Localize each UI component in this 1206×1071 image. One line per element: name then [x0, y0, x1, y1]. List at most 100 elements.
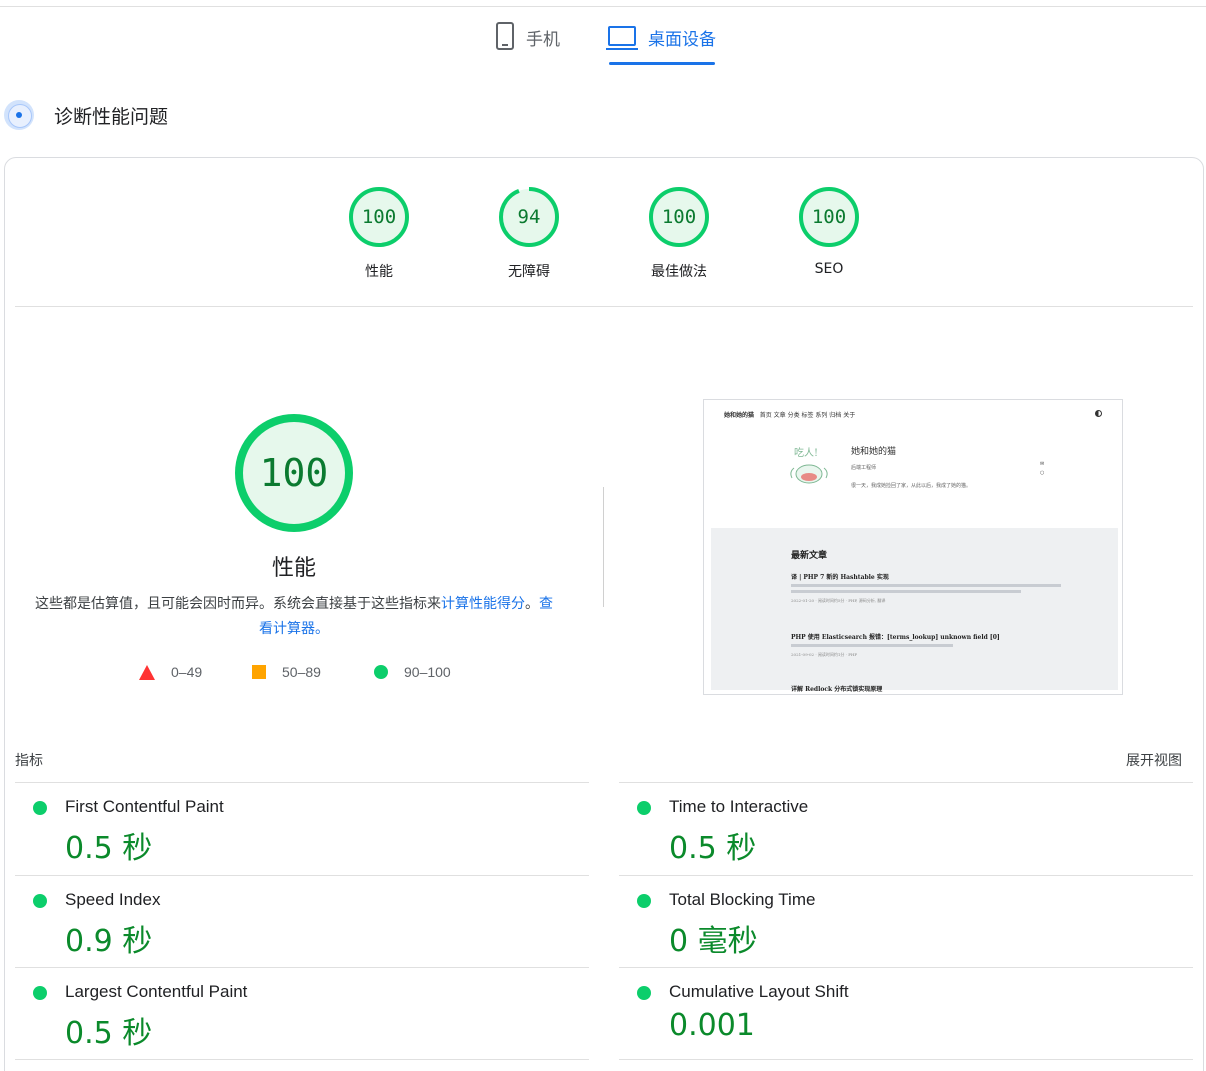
gauge-score: 100: [811, 206, 847, 228]
gauge-accessibility[interactable]: 94 无障碍: [469, 186, 589, 281]
metric-fcp: First Contentful Paint 0.5 秒: [15, 783, 575, 875]
gauge-score: 100: [361, 206, 397, 228]
legend-range: 90–100: [404, 664, 451, 680]
thumb-post-meta: 2022-01-20 · 阅读时间约5分 · PHP, 源码分析, 翻译: [791, 598, 886, 603]
pass-circle-icon: [637, 894, 651, 908]
diagnose-heading: 诊断性能问题: [4, 100, 168, 130]
metric-tti: Time to Interactive 0.5 秒: [619, 783, 1179, 875]
metrics-divider: [619, 1059, 1193, 1060]
theme-toggle-icon: [1095, 410, 1102, 417]
thumb-profile-name: 她和她的猫: [851, 447, 897, 457]
calc-score-link[interactable]: 计算性能得分: [441, 596, 525, 612]
thumb-post: PHP 使用 Elasticsearch 报错：[terms_lookup] u…: [791, 632, 1061, 658]
device-tabs: 手机 桌面设备: [0, 18, 1206, 68]
legend-range: 0–49: [171, 664, 203, 680]
metric-name: Cumulative Layout Shift: [669, 982, 849, 1001]
gauge-ring: 100: [798, 186, 860, 248]
top-divider: [0, 6, 1206, 7]
gauge-best-practices[interactable]: 100 最佳做法: [619, 186, 739, 281]
tab-desktop[interactable]: 桌面设备: [606, 18, 716, 66]
triangle-icon: [139, 664, 155, 680]
gauges-divider: [15, 306, 1193, 307]
performance-note-text: 这些都是估算值，且可能会因时而异。系统会直接基于这些指标来: [35, 596, 441, 612]
thumb-posts-heading: 最新文章: [791, 551, 828, 561]
thumb-profile-desc: 很一天，我成她捡回了家，从此以后，我成了她的猫。: [851, 483, 972, 489]
performance-note: 这些都是估算值，且可能会因时而异。系统会直接基于这些指标来计算性能得分。查看计算…: [30, 592, 558, 642]
circle-icon: [374, 665, 388, 679]
gauge-seo[interactable]: 100 SEO: [769, 186, 889, 277]
thumb-post: 译 | PHP 7 新的 Hashtable 实现 2022-01-20 · 阅…: [791, 572, 1061, 604]
thumb-site-name: 她和她的猫: [724, 412, 755, 419]
metric-name: First Contentful Paint: [65, 797, 224, 816]
github-icon: ○: [1040, 470, 1045, 476]
gauge-ring: 100: [648, 186, 710, 248]
diagnose-title: 诊断性能问题: [54, 105, 169, 128]
page-screenshot-thumbnail[interactable]: 她和她的猫 首页 文章 分类 标签 系列 归档 关于 吃人! 她和她的猫 后端工…: [703, 399, 1123, 695]
pass-circle-icon: [637, 801, 651, 815]
cat-mascot-icon: 吃人!: [790, 446, 828, 484]
metric-name: Total Blocking Time: [669, 890, 816, 909]
legend-average: 50–89: [252, 664, 321, 680]
metric-value: 0.5 秒: [669, 831, 757, 866]
pass-circle-icon: [33, 986, 47, 1000]
metric-value: 0.5 秒: [65, 831, 153, 866]
legend-range: 50–89: [282, 664, 321, 680]
gauge-label: SEO: [814, 261, 844, 277]
gauge-ring: 100: [348, 186, 410, 248]
tab-mobile[interactable]: 手机: [496, 18, 560, 66]
gauge-icon: [4, 100, 34, 130]
performance-score: 100: [259, 451, 329, 495]
metric-name: Time to Interactive: [669, 797, 809, 816]
thumb-post-title: 译 | PHP 7 新的 Hashtable 实现: [791, 574, 889, 581]
thumb-post-excerpt-line: [791, 584, 1061, 587]
metric-tbt: Total Blocking Time 0 毫秒: [619, 876, 1179, 968]
pass-circle-icon: [637, 986, 651, 1000]
expand-view-button[interactable]: 展开视图: [1126, 750, 1182, 770]
score-legend: 0–49 50–89 90–100: [0, 664, 590, 688]
thumb-post-title: PHP 使用 Elasticsearch 报错：[terms_lookup] u…: [791, 634, 1000, 641]
mail-icon: ✉: [1040, 461, 1045, 467]
performance-title: 性能: [271, 556, 316, 581]
tab-desktop-label: 桌面设备: [648, 30, 716, 50]
metric-cls: Cumulative Layout Shift 0.001: [619, 968, 1179, 1060]
pass-circle-icon: [33, 801, 47, 815]
performance-note-sep: 。: [525, 596, 539, 612]
thumb-nav: 她和她的猫 首页 文章 分类 标签 系列 归档 关于: [724, 410, 855, 419]
thumb-post: 详解 Redlock 分布式锁实现原理: [791, 684, 1061, 693]
thumb-post-excerpt-line: [791, 590, 1021, 593]
gauge-ring: 94: [498, 186, 560, 248]
category-gauges: 100 性能 94 无障碍 100 最佳做法 100 SEO: [0, 186, 1206, 286]
metrics-divider: [15, 1059, 589, 1060]
gauge-performance[interactable]: 100 性能: [319, 186, 439, 281]
metric-value: 0.9 秒: [65, 924, 153, 959]
gauge-label: 性能: [365, 264, 393, 280]
thumb-social-icons: ✉ ○: [1040, 460, 1044, 478]
thumb-post-excerpt-line: [791, 644, 953, 647]
thumb-post-title: 详解 Redlock 分布式锁实现原理: [791, 686, 883, 693]
performance-gauge-large: 100: [233, 412, 355, 534]
thumb-post-meta: 2021-09-02 · 阅读时间约1分 · PHP: [791, 652, 858, 657]
mascot-text: 吃人!: [794, 446, 818, 459]
legend-pass: 90–100: [374, 664, 451, 680]
gauge-score: 94: [517, 206, 541, 228]
legend-fail: 0–49: [139, 664, 202, 680]
metric-value: 0.001: [669, 1008, 755, 1043]
metric-name: Speed Index: [65, 890, 161, 909]
metrics-label: 指标: [15, 753, 43, 769]
vertical-divider: [603, 487, 604, 607]
tab-mobile-label: 手机: [526, 30, 560, 50]
metric-lcp: Largest Contentful Paint 0.5 秒: [15, 968, 575, 1060]
gauge-label: 最佳做法: [651, 264, 707, 280]
thumb-profile-sub: 后端工程师: [851, 465, 877, 471]
thumb-posts-section: 最新文章 译 | PHP 7 新的 Hashtable 实现 2022-01-2…: [711, 528, 1118, 693]
pass-circle-icon: [33, 894, 47, 908]
gauge-label: 无障碍: [508, 264, 550, 280]
thumb-nav-items: 首页 文章 分类 标签 系列 归档 关于: [759, 412, 856, 419]
laptop-icon: [606, 26, 638, 50]
metric-speed-index: Speed Index 0.9 秒: [15, 876, 575, 968]
phone-icon: [496, 22, 514, 50]
square-icon: [252, 665, 266, 679]
metric-value: 0 毫秒: [669, 924, 758, 959]
metric-value: 0.5 秒: [65, 1016, 153, 1051]
metric-name: Largest Contentful Paint: [65, 982, 248, 1001]
